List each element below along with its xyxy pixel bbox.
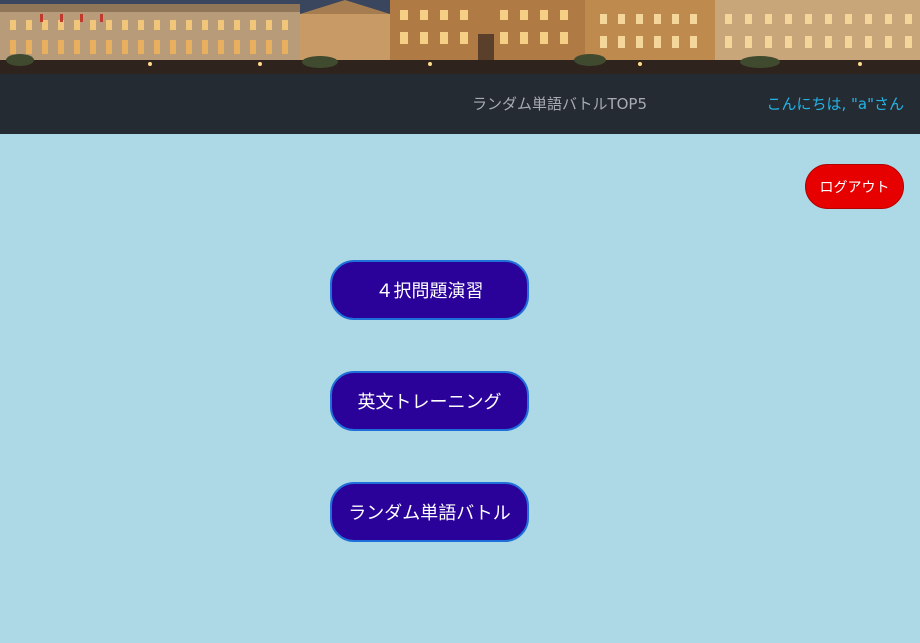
header-banner-image — [0, 0, 920, 74]
english-training-button[interactable]: 英文トレーニング — [330, 371, 529, 431]
multiple-choice-quiz-button[interactable]: ４択問題演習 — [330, 260, 529, 320]
top-navbar: ランダム単語バトルTOP5 こんにちは, "a"さん — [0, 74, 920, 134]
random-word-battle-button[interactable]: ランダム単語バトル — [330, 482, 529, 542]
user-greeting-link[interactable]: こんにちは, "a"さん — [766, 74, 904, 134]
top5-ranking-link[interactable]: ランダム単語バトルTOP5 — [472, 74, 647, 134]
logout-button[interactable]: ログアウト — [805, 164, 904, 209]
